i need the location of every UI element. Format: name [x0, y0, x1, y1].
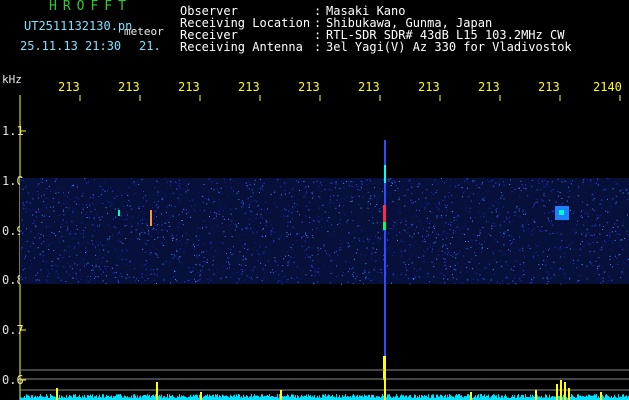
file-name: UT2511132130.pn — [24, 19, 133, 33]
x-tick-label: 213 — [478, 80, 500, 94]
x-tick-label: 213 — [358, 80, 380, 94]
y-axis-unit: kHz — [2, 73, 22, 86]
x-tick-label: 213 — [58, 80, 80, 94]
app-title: HROFFT — [49, 0, 132, 14]
spectrum-trace — [20, 362, 629, 400]
x-tick-label: 213 — [298, 80, 320, 94]
noise-band — [20, 178, 629, 284]
date-time: 25.11.13 21:30 — [20, 39, 122, 53]
x-tick-label: 213 — [538, 80, 560, 94]
x-tick-label: 2140 — [593, 80, 622, 94]
frame-number: 21. — [139, 39, 161, 53]
x-tick-label: 213 — [238, 80, 260, 94]
detection-tag: meteor — [124, 25, 164, 38]
x-tick-label: 213 — [178, 80, 200, 94]
spectrogram-plot — [19, 95, 629, 400]
x-tick-label: 213 — [118, 80, 140, 94]
header-antenna-value: 3el Yagi(V) Az 330 for Vladivostok — [326, 40, 572, 54]
x-tick-label: 213 — [418, 80, 440, 94]
header-antenna-label: Receiving Antenna — [180, 40, 303, 54]
header-antenna-sep: : — [314, 40, 322, 54]
